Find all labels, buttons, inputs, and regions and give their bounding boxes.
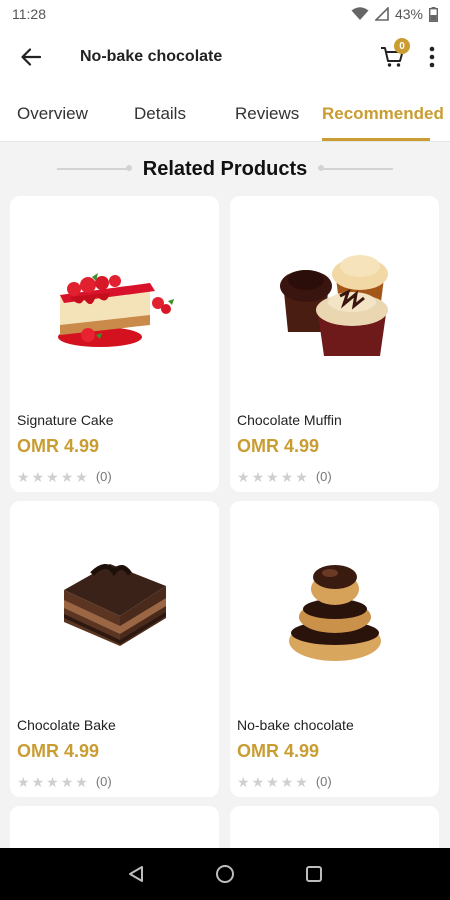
app-bar: No-bake chocolate 0 [0,28,450,86]
nav-back-icon[interactable] [127,865,145,883]
tab-recommended[interactable]: Recommended [322,86,444,141]
wifi-icon [351,7,369,20]
rating-count: (0) [315,469,332,484]
product-image-chocolate-muffin[interactable] [230,210,439,390]
star-icon: ★ [295,468,308,485]
product-card[interactable]: Chocolate Bake OMR 4.99 ★ ★ ★ ★ ★ (0) [10,501,219,797]
cheesecake-image [57,273,174,347]
product-rating: ★ ★ ★ ★ ★ (0) [237,469,332,484]
product-rating: ★ ★ ★ ★ ★ (0) [237,774,332,789]
divider-right [318,165,394,171]
product-name: Chocolate Muffin [237,412,342,428]
product-card[interactable]: No-bake chocolate OMR 4.99 ★ ★ ★ ★ ★ (0) [230,501,439,797]
product-card[interactable]: Signature Cake OMR 4.99 ★ ★ ★ ★ ★ (0) [10,196,219,492]
cart-count-badge: 0 [394,38,410,54]
status-time: 11:28 [12,6,46,22]
rating-count: (0) [315,774,332,789]
star-icon: ★ [31,468,45,485]
status-bar: 11:28 43% [0,0,450,28]
star-icon: ★ [75,773,88,790]
product-image-chocolate-bake[interactable] [10,515,219,695]
nav-home-icon[interactable] [215,864,235,884]
tab-reviews[interactable]: Reviews [235,86,299,141]
star-icon: ★ [17,468,30,485]
battery-level: 43% [394,6,423,22]
star-icon: ★ [31,773,45,790]
star-icon: ★ [280,468,294,485]
product-name: Chocolate Bake [17,717,116,733]
cart-button[interactable]: 0 [370,28,414,86]
battery-icon [429,6,438,22]
star-icon: ★ [237,468,250,485]
product-rating: ★ ★ ★ ★ ★ (0) [17,469,112,484]
more-options-button[interactable] [414,28,450,86]
chocolate-cake-slice-image [63,564,166,646]
section-header: Related Products [0,142,450,196]
product-name: Signature Cake [17,412,114,428]
rating-count: (0) [95,774,112,789]
system-navigation-bar [0,848,450,900]
star-icon: ★ [295,773,308,790]
status-icons: 43% [351,6,438,22]
star-icon: ★ [75,468,88,485]
product-price: OMR 4.99 [17,741,100,761]
arrow-back-icon [21,48,41,66]
product-price: OMR 4.99 [237,436,320,456]
more-vert-icon [429,46,435,68]
nav-recents-icon[interactable] [305,865,323,883]
tab-overview[interactable]: Overview [17,86,88,141]
star-icon: ★ [60,773,74,790]
star-icon: ★ [266,468,279,485]
product-rating: ★ ★ ★ ★ ★ (0) [17,774,112,789]
cell-signal-icon [374,7,389,21]
back-button[interactable] [0,28,62,86]
section-title: Related Products [142,157,308,180]
choux-tower-image [288,565,381,661]
star-icon: ★ [266,773,279,790]
product-price: OMR 4.99 [237,741,320,761]
page-title: No-bake chocolate [80,48,223,65]
rating-count: (0) [95,469,112,484]
star-icon: ★ [280,773,294,790]
tab-bar: Overview Details Reviews Recommended [0,86,450,142]
star-icon: ★ [17,773,30,790]
divider-left [56,165,132,171]
product-image-no-bake-chocolate[interactable] [230,515,439,695]
star-icon: ★ [251,773,265,790]
product-image-signature-cake[interactable] [10,210,219,390]
product-card[interactable]: Chocolate Muffin OMR 4.99 ★ ★ ★ ★ ★ (0) [230,196,439,492]
star-icon: ★ [60,468,74,485]
product-price: OMR 4.99 [17,436,100,456]
muffin-image [279,255,388,356]
active-tab-indicator [322,138,430,141]
product-name: No-bake chocolate [237,717,354,733]
star-icon: ★ [237,773,250,790]
tab-details[interactable]: Details [134,86,186,141]
star-icon: ★ [251,468,265,485]
star-icon: ★ [46,468,59,485]
star-icon: ★ [46,773,59,790]
